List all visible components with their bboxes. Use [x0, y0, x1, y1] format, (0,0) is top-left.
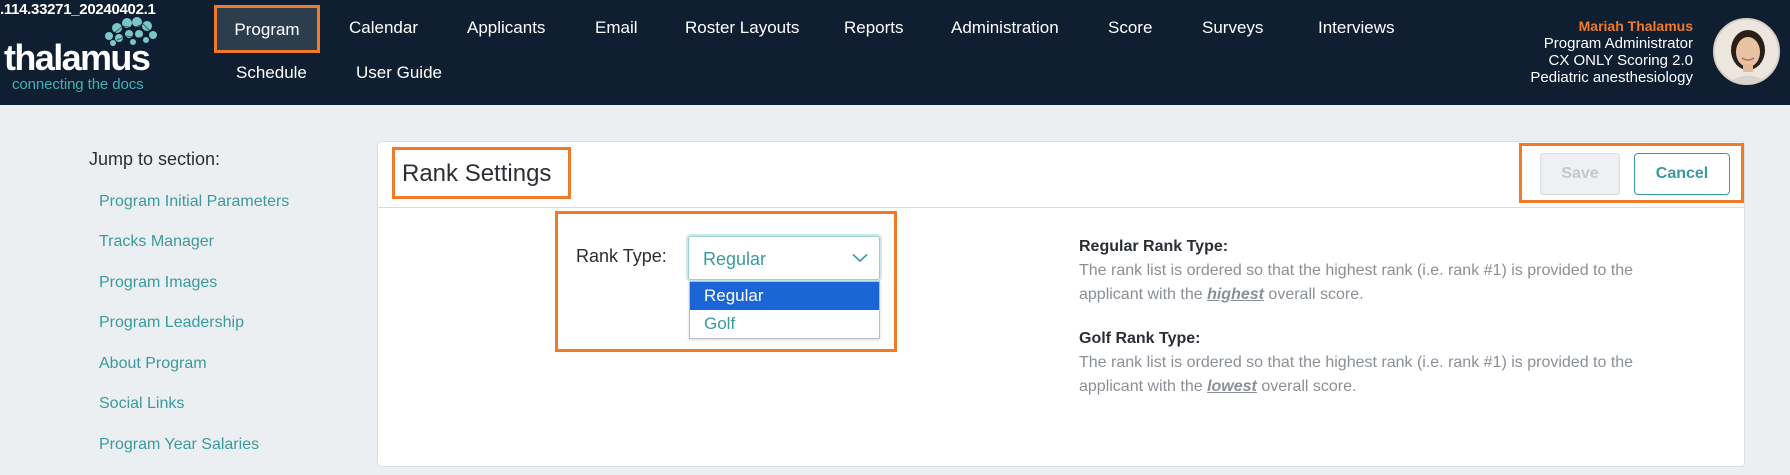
regular-rank-line1: The rank list is ordered so that the hig… [1079, 262, 1634, 279]
card-divider [378, 207, 1744, 208]
rank-type-selected-value: Regular [703, 249, 767, 269]
save-button[interactable]: Save [1540, 153, 1620, 195]
user-photo-icon [1715, 20, 1778, 83]
top-navigation-bar: .114.33271_20240402.1 thalamus connectin… [0, 0, 1790, 105]
regular-rank-line2-pre: applicant with the [1079, 286, 1208, 303]
nav-surveys[interactable]: Surveys [1202, 18, 1263, 38]
nav-roster-layouts[interactable]: Roster Layouts [685, 18, 799, 38]
golf-rank-heading: Golf Rank Type: [1079, 330, 1201, 347]
section-link-program-initial-parameters[interactable]: Program Initial Parameters [99, 193, 289, 211]
golf-rank-line2-post: overall score. [1256, 378, 1357, 395]
nav-reports[interactable]: Reports [844, 18, 904, 38]
section-link-program-year-salaries[interactable]: Program Year Salaries [99, 436, 259, 454]
rank-type-label: Rank Type: [576, 246, 667, 266]
user-info[interactable]: Mariah Thalamus Program Administrator CX… [1530, 18, 1693, 86]
jump-to-section-title: Jump to section: [89, 149, 221, 169]
nav-email[interactable]: Email [595, 18, 638, 38]
chevron-down-icon [852, 253, 868, 263]
regular-rank-heading: Regular Rank Type: [1079, 238, 1229, 255]
user-program: CX ONLY Scoring 2.0 [1548, 52, 1693, 69]
golf-rank-description: The rank list is ordered so that the hig… [1079, 351, 1679, 399]
regular-rank-line2: applicant with the highest overall score… [1079, 283, 1679, 307]
logo-wordmark: thalamus [4, 37, 151, 78]
rank-settings-card: Rank Settings Save Cancel Rank Type: Reg… [377, 141, 1745, 467]
regular-rank-line2-post: overall score. [1263, 286, 1364, 303]
avatar[interactable] [1713, 18, 1780, 85]
logo-tagline: connecting the docs [12, 76, 144, 93]
nav-user-guide[interactable]: User Guide [356, 63, 442, 83]
option-golf[interactable]: Golf [690, 310, 879, 338]
golf-rank-line1: The rank list is ordered so that the hig… [1079, 354, 1634, 371]
rank-type-select[interactable]: Regular [688, 236, 880, 280]
nav-applicants[interactable]: Applicants [467, 18, 545, 38]
section-link-about-program[interactable]: About Program [99, 355, 207, 373]
section-link-program-leadership[interactable]: Program Leadership [99, 314, 244, 332]
regular-rank-description: The rank list is ordered so that the hig… [1079, 259, 1679, 307]
golf-rank-line2-pre: applicant with the [1079, 378, 1208, 395]
nav-program-label: Program [234, 20, 300, 39]
user-role: Program Administrator [1543, 35, 1693, 52]
golf-rank-line2: applicant with the lowest overall score. [1079, 375, 1679, 399]
user-specialty: Pediatric anesthesiology [1530, 69, 1693, 86]
nav-interviews[interactable]: Interviews [1318, 18, 1395, 38]
section-link-program-images[interactable]: Program Images [99, 274, 217, 292]
regular-rank-emphasis: highest [1207, 286, 1264, 303]
user-name: Mariah Thalamus [1578, 18, 1693, 34]
rank-type-dropdown-menu: Regular Golf [689, 281, 880, 339]
option-regular[interactable]: Regular [690, 282, 879, 310]
card-title: Rank Settings [402, 160, 552, 187]
section-link-tracks-manager[interactable]: Tracks Manager [99, 233, 214, 251]
thalamus-logo[interactable]: thalamus connecting the docs [2, 14, 178, 93]
nav-administration[interactable]: Administration [951, 18, 1059, 38]
nav-score[interactable]: Score [1108, 18, 1152, 38]
golf-rank-emphasis: lowest [1207, 378, 1257, 395]
section-link-social-links[interactable]: Social Links [99, 395, 184, 413]
cancel-button[interactable]: Cancel [1634, 153, 1730, 195]
nav-calendar[interactable]: Calendar [349, 18, 418, 38]
nav-program[interactable]: Program [214, 5, 320, 53]
nav-schedule[interactable]: Schedule [236, 63, 307, 83]
